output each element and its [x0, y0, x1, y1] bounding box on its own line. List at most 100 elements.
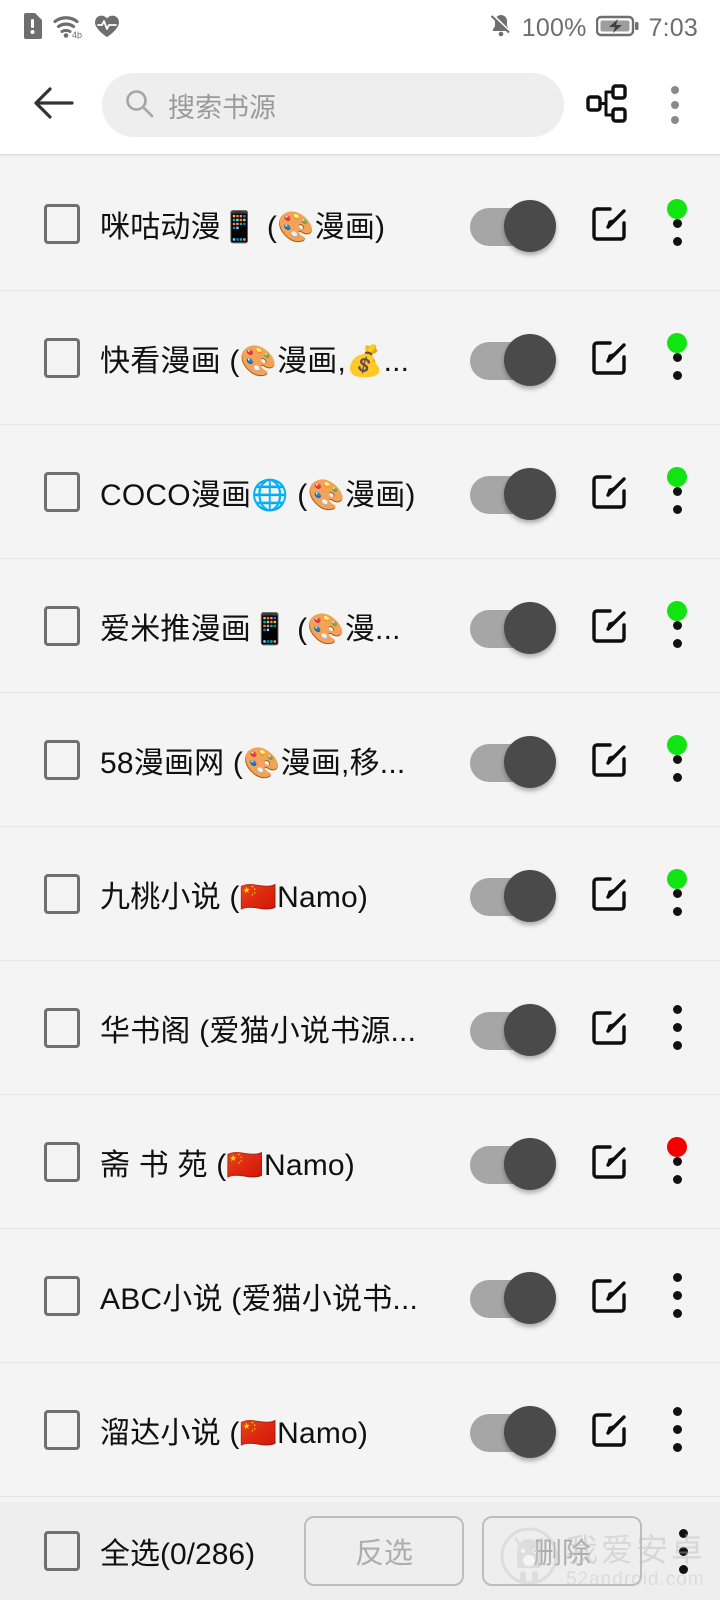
toolbar-overflow-button[interactable]: [644, 74, 706, 136]
row-checkbox[interactable]: [44, 337, 80, 378]
row-edit-button[interactable]: [582, 867, 636, 921]
row-title: 58漫画网 (🎨漫画,移...: [100, 746, 406, 780]
invert-selection-button[interactable]: 反选: [304, 1516, 464, 1586]
system-status-bar: 4þ 100% 7:03: [0, 0, 720, 56]
row-enable-toggle[interactable]: [470, 869, 556, 922]
toggle-thumb: [504, 869, 556, 922]
table-row[interactable]: 爱米推漫画📱 (🎨漫...: [0, 559, 720, 693]
table-row[interactable]: COCO漫画🌐 (🎨漫画): [0, 425, 720, 559]
toggle-thumb: [504, 735, 556, 788]
row-edit-button[interactable]: [582, 599, 636, 653]
row-enable-toggle[interactable]: [470, 1271, 556, 1324]
edit-square-icon: [586, 332, 632, 383]
row-edit-button[interactable]: [582, 733, 636, 787]
row-edit-button[interactable]: [582, 197, 636, 251]
row-title: 快看漫画 (🎨漫画,💰...: [100, 344, 410, 378]
row-checkbox[interactable]: [44, 1007, 80, 1048]
row-title: 爱米推漫画📱 (🎨漫...: [100, 612, 401, 646]
row-checkbox[interactable]: [44, 203, 80, 244]
row-title: COCO漫画🌐 (🎨漫画): [100, 478, 416, 512]
toggle-thumb: [504, 1405, 556, 1458]
row-title: 九桃小说 (🇨🇳Namo): [100, 880, 369, 914]
table-row[interactable]: 咪咕动漫📱 (🎨漫画): [0, 157, 720, 291]
row-status-dot: [667, 735, 687, 755]
toggle-thumb: [504, 199, 556, 252]
row-checkbox[interactable]: [44, 1141, 80, 1182]
row-title: 咪咕动漫📱 (🎨漫画): [100, 210, 386, 244]
sd-card-alert-icon: [22, 12, 42, 44]
toggle-thumb: [504, 601, 556, 654]
bottom-bar-overflow-button[interactable]: [664, 1521, 702, 1581]
search-placeholder-text: 搜索书源: [168, 92, 276, 123]
toggle-thumb: [504, 333, 556, 386]
search-input[interactable]: 搜索书源: [102, 73, 564, 137]
bell-muted-icon: [489, 12, 513, 44]
row-status-dot: [667, 199, 687, 219]
table-row[interactable]: 58漫画网 (🎨漫画,移...: [0, 693, 720, 827]
app-screen: 4þ 100% 7:03 搜索书源 咪咕动漫📱 (🎨漫画) 快看漫画 (🎨漫画,…: [0, 0, 720, 1600]
app-toolbar: 搜索书源: [0, 56, 720, 154]
toggle-thumb: [504, 1271, 556, 1324]
book-source-list[interactable]: 咪咕动漫📱 (🎨漫画) 快看漫画 (🎨漫画,💰... COCO漫画🌐 (🎨漫画) 爱米…: [0, 157, 720, 1502]
edit-square-icon: [586, 198, 632, 249]
row-enable-toggle[interactable]: [470, 333, 556, 386]
row-overflow-button[interactable]: [658, 998, 696, 1058]
row-enable-toggle[interactable]: [470, 467, 556, 520]
select-all-label: 全选(0/286): [100, 1538, 256, 1571]
select-all-checkbox[interactable]: [44, 1531, 80, 1571]
table-row[interactable]: 斋 书 苑 (🇨🇳Namo): [0, 1095, 720, 1229]
more-vertical-icon: [671, 86, 679, 124]
row-edit-button[interactable]: [582, 1403, 636, 1457]
row-title: 华书阁 (爱猫小说书源...: [100, 1014, 417, 1048]
group-filter-button[interactable]: [576, 74, 638, 136]
row-edit-button[interactable]: [582, 331, 636, 385]
sitemap-group-icon: [585, 83, 629, 128]
row-enable-toggle[interactable]: [470, 1137, 556, 1190]
selection-action-bar: 全选(0/286) 反选 删除 我爱安卓 52android.com: [0, 1502, 720, 1600]
row-status-dot: [667, 467, 687, 487]
table-row[interactable]: 快看漫画 (🎨漫画,💰...: [0, 291, 720, 425]
row-enable-toggle[interactable]: [470, 199, 556, 252]
battery-percent-label: 100%: [521, 13, 587, 42]
row-checkbox[interactable]: [44, 1275, 80, 1316]
status-bar-left-icons: 4þ: [22, 12, 120, 44]
edit-square-icon: [586, 1270, 632, 1321]
edit-square-icon: [586, 600, 632, 651]
row-title: ABC小说 (爱猫小说书...: [100, 1282, 419, 1316]
arrow-left-icon: [33, 86, 75, 125]
row-title: 溜达小说 (🇨🇳Namo): [100, 1416, 369, 1450]
row-checkbox[interactable]: [44, 605, 80, 646]
edit-square-icon: [586, 1136, 632, 1187]
row-edit-button[interactable]: [582, 1135, 636, 1189]
table-row[interactable]: ABC小说 (爱猫小说书...: [0, 1229, 720, 1363]
row-overflow-button[interactable]: [658, 1400, 696, 1460]
heartbeat-icon: [94, 14, 120, 43]
row-edit-button[interactable]: [582, 465, 636, 519]
row-title: 斋 书 苑 (🇨🇳Namo): [100, 1148, 355, 1182]
back-button[interactable]: [22, 73, 86, 137]
table-row[interactable]: 九桃小说 (🇨🇳Namo): [0, 827, 720, 961]
row-enable-toggle[interactable]: [470, 1003, 556, 1056]
row-enable-toggle[interactable]: [470, 601, 556, 654]
row-status-dot: [667, 333, 687, 353]
svg-text:4þ: 4þ: [72, 30, 82, 39]
row-enable-toggle[interactable]: [470, 1405, 556, 1458]
row-edit-button[interactable]: [582, 1269, 636, 1323]
row-status-dot: [667, 601, 687, 621]
row-overflow-button[interactable]: [658, 1266, 696, 1326]
edit-square-icon: [586, 1404, 632, 1455]
row-edit-button[interactable]: [582, 1001, 636, 1055]
row-checkbox[interactable]: [44, 471, 80, 512]
delete-button[interactable]: 删除: [482, 1516, 642, 1586]
table-row[interactable]: 溜达小说 (🇨🇳Namo): [0, 1363, 720, 1497]
row-enable-toggle[interactable]: [470, 735, 556, 788]
status-bar-right-cluster: 100% 7:03: [489, 12, 698, 44]
table-row[interactable]: 华书阁 (爱猫小说书源...: [0, 961, 720, 1095]
battery-charging-icon: [595, 14, 640, 43]
search-icon: [124, 88, 154, 123]
clock-label: 7:03: [648, 13, 698, 42]
row-checkbox[interactable]: [44, 873, 80, 914]
row-checkbox[interactable]: [44, 739, 80, 780]
toggle-thumb: [504, 467, 556, 520]
row-checkbox[interactable]: [44, 1409, 80, 1450]
